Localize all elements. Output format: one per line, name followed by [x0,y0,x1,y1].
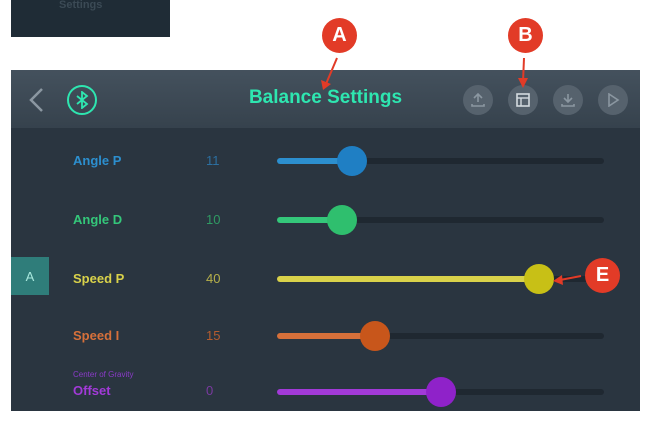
annotation-b: B [508,18,543,53]
annotation-arrows [321,57,582,285]
annotation-e: E [585,258,620,293]
annotation-a: A [322,18,357,53]
